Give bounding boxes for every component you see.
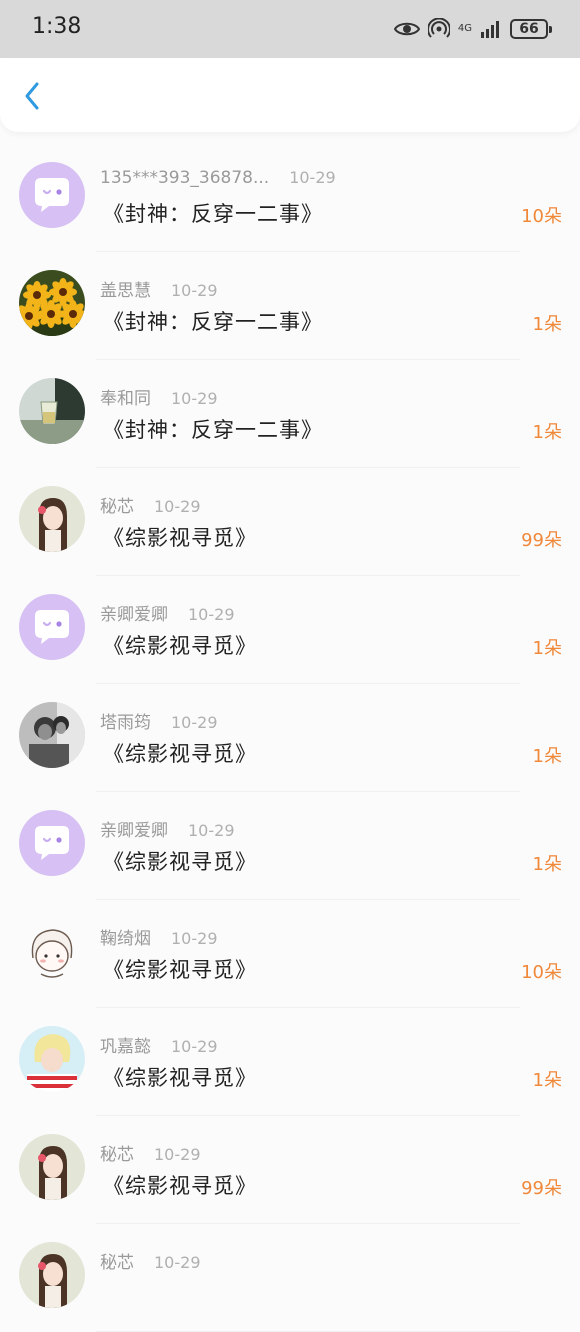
gift-date: 10-29 (171, 713, 218, 732)
avatar[interactable] (19, 1134, 85, 1200)
book-title: 《综影视寻觅》 (103, 958, 257, 982)
status-icons: 4G 66 (393, 14, 552, 44)
gift-list-item[interactable]: 奉和同 10-29 《封神：反穿一二事》 1朵 (0, 360, 580, 468)
gift-date: 10-29 (188, 605, 235, 624)
back-button[interactable] (14, 78, 50, 114)
avatar[interactable] (19, 918, 85, 984)
item-meta: 塔雨筠 10-29 (100, 708, 218, 733)
gift-date: 10-29 (171, 281, 218, 300)
gift-list-item[interactable]: 塔雨筠 10-29 《综影视寻觅》 1朵 (0, 684, 580, 792)
status-time: 1:38 (32, 14, 82, 39)
gift-date: 10-29 (171, 929, 218, 948)
flower-amount: 1朵 (532, 422, 562, 443)
flower-amount: 1朵 (532, 854, 562, 875)
item-meta: 亲卿爱卿 10-29 (100, 816, 235, 841)
item-meta: 盖思慧 10-29 (100, 276, 218, 301)
eye-icon (393, 22, 420, 36)
avatar[interactable] (19, 1026, 85, 1092)
user-name: 秘芯 (100, 1145, 134, 1165)
item-meta: 亲卿爱卿 10-29 (100, 600, 235, 625)
book-title: 《封神：反穿一二事》 (103, 310, 323, 334)
gift-date: 10-29 (171, 1037, 218, 1056)
book-title: 《综影视寻觅》 (103, 742, 257, 766)
item-meta: 巩嘉懿 10-29 (100, 1032, 218, 1057)
flower-amount: 99朵 (521, 1178, 562, 1199)
user-name: 巩嘉懿 (100, 1037, 151, 1057)
gift-list-item[interactable]: 巩嘉懿 10-29 《综影视寻觅》 1朵 (0, 1008, 580, 1116)
user-name: 135***393_36878... (100, 168, 270, 188)
user-name: 秘芯 (100, 497, 134, 517)
item-meta: 秘芯 10-29 (100, 492, 201, 517)
gift-date: 10-29 (188, 821, 235, 840)
item-meta: 秘芯 10-29 (100, 1248, 201, 1273)
user-name: 亲卿爱卿 (100, 821, 168, 841)
flower-amount: 99朵 (521, 530, 562, 551)
avatar[interactable] (19, 486, 85, 552)
book-title: 《综影视寻觅》 (103, 1174, 257, 1198)
flower-amount: 10朵 (521, 206, 562, 227)
flower-amount: 1朵 (532, 746, 562, 767)
gift-list-item[interactable]: 135***393_36878... 10-29 《封神：反穿一二事》 10朵 (0, 144, 580, 252)
item-meta: 秘芯 10-29 (100, 1140, 201, 1165)
book-title: 《封神：反穿一二事》 (103, 418, 323, 442)
user-name: 亲卿爱卿 (100, 605, 168, 625)
book-title: 《封神：反穿一二事》 (103, 202, 323, 226)
gift-list: 135***393_36878... 10-29 《封神：反穿一二事》 10朵 (0, 144, 580, 1332)
gift-date: 10-29 (154, 1145, 201, 1164)
user-name: 鞠绮烟 (100, 929, 151, 949)
battery-icon: 66 (510, 19, 552, 39)
user-name: 盖思慧 (100, 281, 151, 301)
gift-list-item[interactable]: 亲卿爱卿 10-29 《综影视寻觅》 1朵 (0, 792, 580, 900)
signal-icon (481, 21, 499, 38)
gift-date: 10-29 (289, 168, 336, 187)
item-meta: 鞠绮烟 10-29 (100, 924, 218, 949)
user-name: 塔雨筠 (100, 713, 151, 733)
top-nav-bar (0, 58, 580, 132)
gift-date: 10-29 (171, 389, 218, 408)
avatar[interactable] (19, 270, 85, 336)
gift-date: 10-29 (154, 497, 201, 516)
flower-amount: 1朵 (532, 638, 562, 659)
flower-amount: 10朵 (521, 962, 562, 983)
gift-date: 10-29 (154, 1253, 201, 1272)
status-bar: 1:38 4G 66 (0, 0, 580, 58)
gift-list-item[interactable]: 亲卿爱卿 10-29 《综影视寻觅》 1朵 (0, 576, 580, 684)
gift-list-item[interactable]: 鞠绮烟 10-29 《综影视寻觅》 10朵 (0, 900, 580, 1008)
item-meta: 135***393_36878... 10-29 (100, 168, 336, 188)
battery-level: 66 (519, 21, 539, 37)
avatar[interactable] (19, 162, 85, 228)
hotspot-icon (427, 18, 450, 38)
user-name: 秘芯 (100, 1253, 134, 1273)
user-name: 奉和同 (100, 389, 151, 409)
network-type: 4G (457, 23, 472, 34)
gift-list-item[interactable]: 秘芯 10-29 (0, 1224, 580, 1332)
chevron-left-icon (25, 82, 39, 110)
avatar[interactable] (19, 1242, 85, 1308)
flower-amount: 1朵 (532, 314, 562, 335)
gift-list-item[interactable]: 秘芯 10-29 《综影视寻觅》 99朵 (0, 468, 580, 576)
flower-amount: 1朵 (532, 1070, 562, 1091)
avatar[interactable] (19, 378, 85, 444)
avatar[interactable] (19, 594, 85, 660)
avatar[interactable] (19, 810, 85, 876)
book-title: 《综影视寻觅》 (103, 1066, 257, 1090)
avatar[interactable] (19, 702, 85, 768)
gift-list-item[interactable]: 盖思慧 10-29 《封神：反穿一二事》 1朵 (0, 252, 580, 360)
gift-list-item[interactable]: 秘芯 10-29 《综影视寻觅》 99朵 (0, 1116, 580, 1224)
book-title: 《综影视寻觅》 (103, 634, 257, 658)
book-title: 《综影视寻觅》 (103, 850, 257, 874)
book-title: 《综影视寻觅》 (103, 526, 257, 550)
item-meta: 奉和同 10-29 (100, 384, 218, 409)
